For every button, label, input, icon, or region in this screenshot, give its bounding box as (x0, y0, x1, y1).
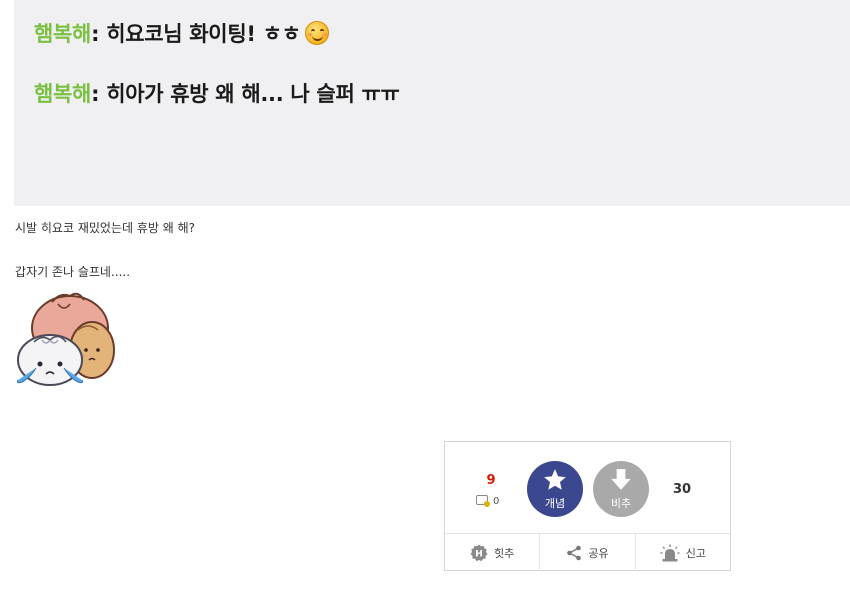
post-body-line: 갑자기 존나 슬프네..... (15, 265, 131, 279)
fixed-upvote-row: 0 (476, 495, 499, 507)
chat-screenshot-image: 햄복해: 히요코님 화이팅! ㅎㅎ 햄복해: 히아가 휴방 왜 해... 나 슬… (14, 0, 850, 206)
report-button[interactable]: 신고 (634, 534, 730, 571)
chat-username: 햄복해 (34, 82, 92, 106)
hit-recommend-button[interactable]: H 힛추 (445, 534, 539, 571)
fixed-recommend-icon (476, 495, 490, 507)
chat-line: 햄복해: 히요코님 화이팅! ㅎㅎ (34, 18, 329, 48)
recommend-vote-area: 9 0 개념 비추 30 (445, 442, 730, 533)
upvote-label: 개념 (544, 497, 566, 510)
upvote-count: 9 (486, 473, 496, 488)
chat-message: 히아가 휴방 왜 해... 나 슬퍼 ㅠㅠ (106, 82, 400, 106)
siren-icon (660, 544, 680, 561)
fixed-upvote-count: 0 (493, 496, 500, 507)
svg-text:H: H (475, 549, 483, 559)
recommend-box: 9 0 개념 비추 30 H 힛추 공유 신고 (444, 441, 731, 571)
chat-username: 햄복해 (34, 22, 92, 46)
chat-line: 햄복해: 히아가 휴방 왜 해... 나 슬퍼 ㅠㅠ (34, 78, 400, 108)
share-label: 공유 (588, 546, 609, 560)
report-label: 신고 (685, 546, 706, 560)
upvote-button[interactable]: 개념 (527, 461, 583, 517)
downvote-count: 30 (673, 482, 692, 497)
post-body-line: 시발 히요코 재밌었는데 휴방 왜 해? (15, 221, 196, 235)
down-arrow-icon (611, 469, 631, 490)
chat-separator: : (91, 22, 100, 46)
chat-message: 히요코님 화이팅! ㅎㅎ (106, 22, 301, 46)
recommend-actions: H 힛추 공유 신고 (445, 533, 730, 571)
hit-recommend-label: 힛추 (494, 546, 515, 560)
downvote-button[interactable]: 비추 (593, 461, 649, 517)
crying-dumplings-sticker (17, 292, 115, 386)
downvote-label: 비추 (610, 497, 632, 510)
share-button[interactable]: 공유 (539, 534, 634, 571)
chat-separator: : (91, 82, 100, 106)
smiling-emoji-icon (304, 21, 329, 45)
star-icon (544, 469, 566, 490)
share-icon (567, 545, 582, 560)
hit-badge-icon: H (470, 544, 488, 561)
